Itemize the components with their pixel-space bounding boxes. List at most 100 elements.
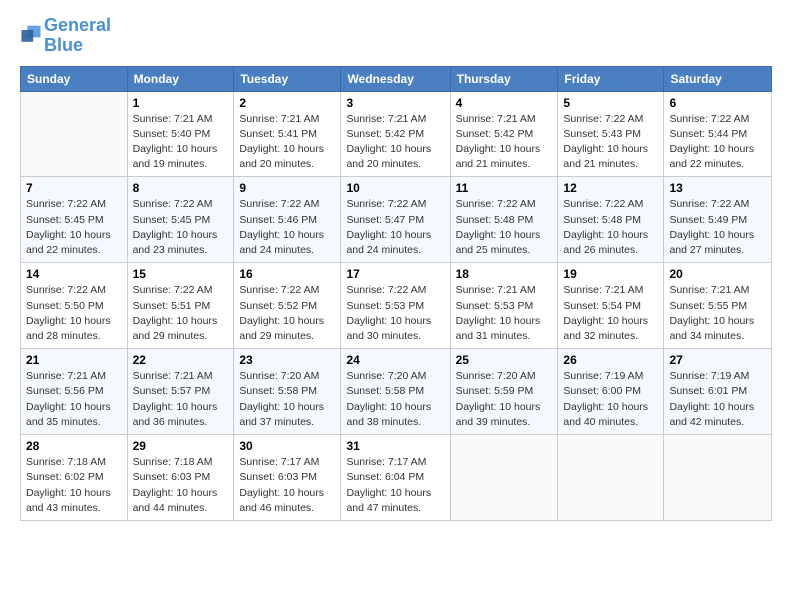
day-number: 4: [456, 96, 553, 110]
logo: General Blue: [20, 16, 111, 56]
day-info: Sunrise: 7:22 AMSunset: 5:51 PMDaylight:…: [133, 283, 229, 344]
calendar-cell: 21 Sunrise: 7:21 AMSunset: 5:56 PMDayligh…: [21, 349, 128, 435]
calendar-cell: 13 Sunrise: 7:22 AMSunset: 5:49 PMDayligh…: [664, 177, 772, 263]
day-number: 10: [346, 181, 444, 195]
day-number: 22: [133, 353, 229, 367]
header-cell-saturday: Saturday: [664, 66, 772, 91]
calendar-cell: 8Sunrise: 7:22 AMSunset: 5:45 PMDaylight…: [127, 177, 234, 263]
header-cell-thursday: Thursday: [450, 66, 558, 91]
day-info: Sunrise: 7:21 AMSunset: 5:41 PMDaylight:…: [239, 112, 335, 173]
day-number: 2: [239, 96, 335, 110]
day-number: 25: [456, 353, 553, 367]
calendar-cell: 5 Sunrise: 7:22 AMSunset: 5:43 PMDaylight…: [558, 91, 664, 177]
day-info: Sunrise: 7:20 AMSunset: 5:58 PMDaylight:…: [346, 369, 444, 430]
calendar-cell: 7 Sunrise: 7:22 AMSunset: 5:45 PMDaylight…: [21, 177, 128, 263]
calendar-cell: 4 Sunrise: 7:21 AMSunset: 5:42 PMDaylight…: [450, 91, 558, 177]
day-info: Sunrise: 7:22 AMSunset: 5:45 PMDaylight:…: [26, 197, 122, 258]
day-info: Sunrise: 7:22 AMSunset: 5:53 PMDaylight:…: [346, 283, 444, 344]
day-info: Sunrise: 7:21 AMSunset: 5:55 PMDaylight:…: [669, 283, 766, 344]
day-number: 6: [669, 96, 766, 110]
day-number: 13: [669, 181, 766, 195]
calendar-cell: 31 Sunrise: 7:17 AMSunset: 6:04 PMDayligh…: [341, 435, 450, 521]
day-info: Sunrise: 7:17 AMSunset: 6:04 PMDaylight:…: [346, 455, 444, 516]
day-number: 30: [239, 439, 335, 453]
calendar-cell: 12 Sunrise: 7:22 AMSunset: 5:48 PMDayligh…: [558, 177, 664, 263]
day-info: Sunrise: 7:22 AMSunset: 5:46 PMDaylight:…: [239, 197, 335, 258]
calendar-cell: 16 Sunrise: 7:22 AMSunset: 5:52 PMDayligh…: [234, 263, 341, 349]
day-number: 1: [133, 96, 229, 110]
day-number: 17: [346, 267, 444, 281]
day-info: Sunrise: 7:21 AMSunset: 5:57 PMDaylight:…: [133, 369, 229, 430]
day-info: Sunrise: 7:22 AMSunset: 5:50 PMDaylight:…: [26, 283, 122, 344]
calendar-cell: 24 Sunrise: 7:20 AMSunset: 5:58 PMDayligh…: [341, 349, 450, 435]
calendar-cell: 25 Sunrise: 7:20 AMSunset: 5:59 PMDayligh…: [450, 349, 558, 435]
calendar-cell: 15 Sunrise: 7:22 AMSunset: 5:51 PMDayligh…: [127, 263, 234, 349]
calendar-week-row: 28 Sunrise: 7:18 AMSunset: 6:02 PMDayligh…: [21, 435, 772, 521]
calendar-cell: [664, 435, 772, 521]
calendar-cell: 27Sunrise: 7:19 AMSunset: 6:01 PMDayligh…: [664, 349, 772, 435]
day-info: Sunrise: 7:21 AMSunset: 5:56 PMDaylight:…: [26, 369, 122, 430]
calendar-cell: 17 Sunrise: 7:22 AMSunset: 5:53 PMDayligh…: [341, 263, 450, 349]
day-info: Sunrise: 7:18 AMSunset: 6:02 PMDaylight:…: [26, 455, 122, 516]
day-number: 11: [456, 181, 553, 195]
day-number: 7: [26, 181, 122, 195]
day-number: 27: [669, 353, 766, 367]
calendar-table: SundayMondayTuesdayWednesdayThursdayFrid…: [20, 66, 772, 521]
day-number: 16: [239, 267, 335, 281]
calendar-cell: 20 Sunrise: 7:21 AMSunset: 5:55 PMDayligh…: [664, 263, 772, 349]
calendar-cell: 6 Sunrise: 7:22 AMSunset: 5:44 PMDaylight…: [664, 91, 772, 177]
day-number: 26: [563, 353, 658, 367]
day-number: 31: [346, 439, 444, 453]
day-info: Sunrise: 7:17 AMSunset: 6:03 PMDaylight:…: [239, 455, 335, 516]
calendar-cell: 2 Sunrise: 7:21 AMSunset: 5:41 PMDaylight…: [234, 91, 341, 177]
day-info: Sunrise: 7:22 AMSunset: 5:44 PMDaylight:…: [669, 112, 766, 173]
day-number: 12: [563, 181, 658, 195]
calendar-cell: 22 Sunrise: 7:21 AMSunset: 5:57 PMDayligh…: [127, 349, 234, 435]
calendar-cell: 10Sunrise: 7:22 AMSunset: 5:47 PMDayligh…: [341, 177, 450, 263]
day-info: Sunrise: 7:22 AMSunset: 5:52 PMDaylight:…: [239, 283, 335, 344]
calendar-cell: 28 Sunrise: 7:18 AMSunset: 6:02 PMDayligh…: [21, 435, 128, 521]
day-number: 24: [346, 353, 444, 367]
day-info: Sunrise: 7:21 AMSunset: 5:42 PMDaylight:…: [346, 112, 444, 173]
calendar-cell: [450, 435, 558, 521]
header: General Blue: [20, 16, 772, 56]
header-cell-tuesday: Tuesday: [234, 66, 341, 91]
calendar-cell: 11 Sunrise: 7:22 AMSunset: 5:48 PMDayligh…: [450, 177, 558, 263]
day-info: Sunrise: 7:20 AMSunset: 5:58 PMDaylight:…: [239, 369, 335, 430]
calendar-header-row: SundayMondayTuesdayWednesdayThursdayFrid…: [21, 66, 772, 91]
day-info: Sunrise: 7:21 AMSunset: 5:42 PMDaylight:…: [456, 112, 553, 173]
day-number: 28: [26, 439, 122, 453]
calendar-cell: 19 Sunrise: 7:21 AMSunset: 5:54 PMDayligh…: [558, 263, 664, 349]
day-number: 5: [563, 96, 658, 110]
day-number: 21: [26, 353, 122, 367]
day-info: Sunrise: 7:21 AMSunset: 5:40 PMDaylight:…: [133, 112, 229, 173]
day-number: 19: [563, 267, 658, 281]
day-info: Sunrise: 7:22 AMSunset: 5:48 PMDaylight:…: [456, 197, 553, 258]
day-number: 18: [456, 267, 553, 281]
header-cell-wednesday: Wednesday: [341, 66, 450, 91]
day-number: 20: [669, 267, 766, 281]
day-info: Sunrise: 7:22 AMSunset: 5:43 PMDaylight:…: [563, 112, 658, 173]
logo-icon: [20, 22, 42, 44]
day-info: Sunrise: 7:20 AMSunset: 5:59 PMDaylight:…: [456, 369, 553, 430]
calendar-cell: 3 Sunrise: 7:21 AMSunset: 5:42 PMDaylight…: [341, 91, 450, 177]
calendar-cell: 9 Sunrise: 7:22 AMSunset: 5:46 PMDaylight…: [234, 177, 341, 263]
header-cell-sunday: Sunday: [21, 66, 128, 91]
calendar-cell: [558, 435, 664, 521]
day-info: Sunrise: 7:21 AMSunset: 5:54 PMDaylight:…: [563, 283, 658, 344]
calendar-cell: 18Sunrise: 7:21 AMSunset: 5:53 PMDayligh…: [450, 263, 558, 349]
calendar-cell: 23Sunrise: 7:20 AMSunset: 5:58 PMDayligh…: [234, 349, 341, 435]
day-number: 15: [133, 267, 229, 281]
calendar-week-row: 7 Sunrise: 7:22 AMSunset: 5:45 PMDaylight…: [21, 177, 772, 263]
calendar-week-row: 21 Sunrise: 7:21 AMSunset: 5:56 PMDayligh…: [21, 349, 772, 435]
calendar-cell: 30 Sunrise: 7:17 AMSunset: 6:03 PMDayligh…: [234, 435, 341, 521]
day-number: 29: [133, 439, 229, 453]
calendar-cell: 26Sunrise: 7:19 AMSunset: 6:00 PMDayligh…: [558, 349, 664, 435]
day-info: Sunrise: 7:22 AMSunset: 5:45 PMDaylight:…: [133, 197, 229, 258]
day-info: Sunrise: 7:22 AMSunset: 5:49 PMDaylight:…: [669, 197, 766, 258]
day-info: Sunrise: 7:22 AMSunset: 5:48 PMDaylight:…: [563, 197, 658, 258]
day-number: 3: [346, 96, 444, 110]
header-cell-friday: Friday: [558, 66, 664, 91]
calendar-cell: 1 Sunrise: 7:21 AMSunset: 5:40 PMDaylight…: [127, 91, 234, 177]
day-number: 9: [239, 181, 335, 195]
